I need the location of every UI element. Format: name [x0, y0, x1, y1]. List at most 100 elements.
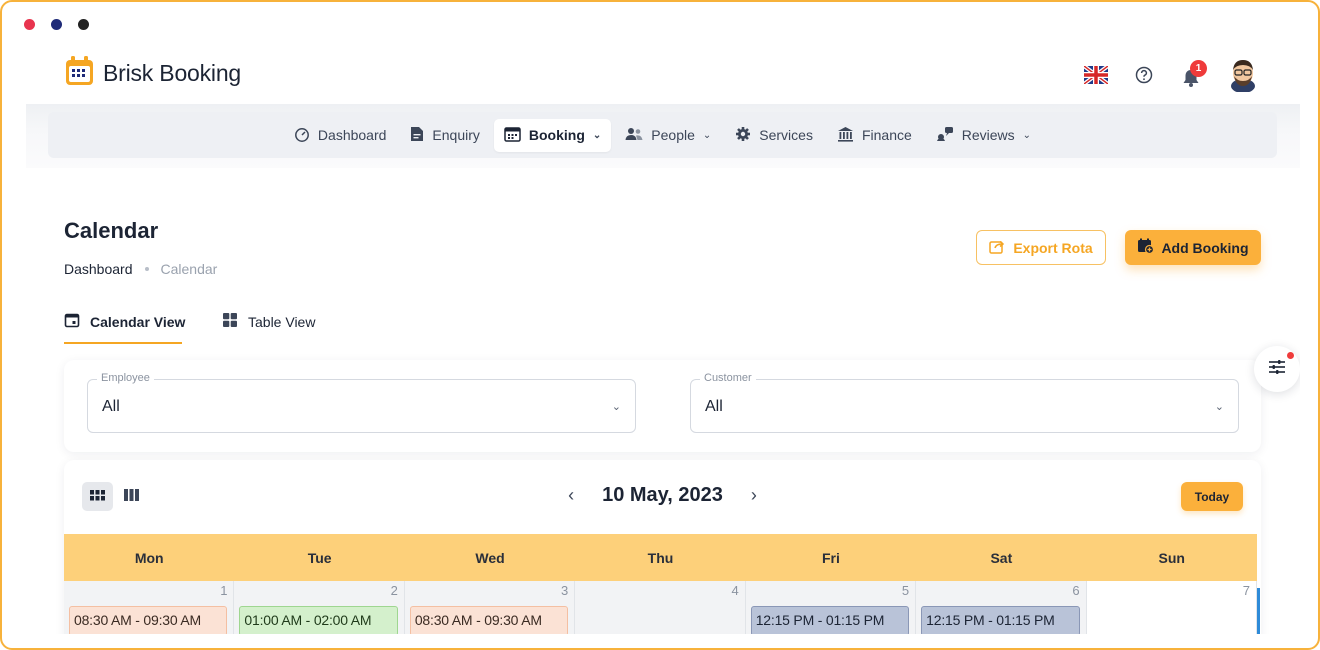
maximize-window-dot[interactable] [78, 19, 89, 30]
nav-label-services: Services [759, 127, 813, 143]
booking-event[interactable]: 08:30 AM - 09:30 AM [409, 606, 569, 634]
filter-card: Employee All ⌄ Customer All ⌄ [64, 360, 1261, 452]
close-window-dot[interactable] [24, 19, 35, 30]
bank-icon [837, 126, 854, 145]
day-cell[interactable]: 4 [575, 581, 746, 634]
breadcrumb-separator [144, 267, 149, 271]
calendar-weekday-header: Mon Tue Wed Thu Fri Sat Sun [64, 534, 1257, 581]
weekday-sun: Sun [1158, 549, 1185, 566]
employee-select-label: Employee [97, 372, 154, 384]
weekday-fri: Fri [821, 549, 840, 566]
nav-item-finance[interactable]: Finance [827, 119, 922, 152]
scroll-indicator[interactable] [1257, 588, 1260, 634]
day-number: 5 [901, 583, 910, 598]
weekday-wed: Wed [475, 549, 505, 566]
filter-indicator-dot [1287, 352, 1294, 359]
app-content: Brisk Booking 1 Dashboard Enquiry Bookin… [26, 46, 1300, 634]
table-grid-icon [222, 312, 238, 331]
day-cell[interactable]: 3 08:30 AM - 09:30 AM [404, 581, 576, 634]
nav-item-reviews[interactable]: Reviews ⌄ [926, 119, 1041, 152]
nav-item-enquiry[interactable]: Enquiry [400, 119, 489, 152]
customer-select-label: Customer [700, 372, 756, 384]
chevron-down-icon: ⌄ [702, 129, 712, 141]
brand-logo[interactable]: Brisk Booking [63, 54, 241, 93]
chevron-right-icon[interactable]: › [751, 485, 757, 506]
window-frame: Brisk Booking 1 Dashboard Enquiry Bookin… [0, 0, 1320, 650]
breadcrumb: Dashboard Calendar [64, 261, 217, 277]
reviews-icon [936, 126, 954, 145]
calendar-icon [64, 312, 80, 331]
header-actions: 1 [1082, 58, 1258, 97]
nav-item-booking[interactable]: Booking ⌄ [493, 118, 612, 152]
day-cell[interactable]: 7 [1086, 581, 1257, 634]
calendar-icon [504, 126, 521, 145]
gear-icon [735, 126, 751, 145]
tab-calendar-view[interactable]: Calendar View [64, 312, 185, 331]
nav-item-people[interactable]: People ⌄ [615, 120, 721, 151]
tab-table-view[interactable]: Table View [222, 312, 315, 331]
tab-calendar-label: Calendar View [90, 313, 186, 330]
add-booking-label: Add Booking [1161, 239, 1249, 256]
booking-event[interactable]: 12:15 PM - 01:15 PM [921, 606, 1080, 634]
today-button[interactable]: Today [1181, 482, 1243, 511]
weekday-sat: Sat [990, 549, 1013, 566]
nav-label-people: People [651, 127, 695, 143]
notification-badge: 1 [1190, 59, 1207, 77]
main-nav: Dashboard Enquiry Booking ⌄ People ⌄ Ser… [48, 112, 1277, 158]
day-cell[interactable]: 1 08:30 AM - 09:30 AM [64, 581, 235, 634]
export-icon [989, 239, 1005, 257]
day-cell[interactable]: 6 12:15 PM - 01:15 PM [916, 581, 1087, 634]
brand-name: Brisk Booking [103, 60, 242, 86]
booking-event[interactable]: 01:00 AM - 02:00 AM [239, 606, 398, 634]
add-booking-button[interactable]: Add Booking [1125, 230, 1261, 265]
chevron-down-icon: ⌄ [592, 129, 602, 141]
notifications-button[interactable]: 1 [1180, 59, 1207, 89]
chevron-down-icon: ⌄ [1022, 129, 1032, 141]
export-rota-label: Export Rota [1013, 239, 1093, 256]
day-number: 6 [1072, 583, 1080, 598]
day-cell[interactable]: 2 01:00 AM - 02:00 AM [234, 581, 405, 634]
chevron-down-icon: ⌄ [611, 400, 621, 413]
nav-label-dashboard: Dashboard [317, 127, 387, 143]
bell-icon [1180, 69, 1202, 93]
weekday-tue: Tue [307, 549, 332, 566]
calendar-grid: 1 08:30 AM - 09:30 AM 2 01:00 AM - 02:00… [64, 581, 1257, 634]
weekday-mon: Mon [134, 549, 164, 566]
employee-select-value: All [102, 398, 120, 415]
nav-label-booking: Booking [528, 127, 585, 143]
customer-select[interactable]: Customer All ⌄ [690, 372, 1239, 433]
day-number: 4 [731, 583, 739, 598]
active-tab-indicator [64, 342, 182, 344]
document-icon [410, 126, 424, 145]
calendar-navigation: ‹ 10 May, 2023 › [64, 484, 1261, 507]
avatar[interactable] [1228, 58, 1258, 97]
tab-table-label: Table View [248, 313, 316, 330]
help-icon[interactable] [1134, 65, 1154, 90]
nav-label-enquiry: Enquiry [432, 127, 480, 143]
nav-item-services[interactable]: Services [725, 119, 823, 152]
filter-settings-button[interactable] [1254, 346, 1300, 392]
export-rota-button[interactable]: Export Rota [976, 230, 1106, 265]
calendar-add-icon [1137, 238, 1155, 257]
day-number: 2 [390, 583, 398, 598]
sliders-icon [1268, 359, 1286, 380]
weekday-thu: Thu [647, 549, 674, 566]
day-number: 3 [561, 583, 569, 598]
uk-flag-icon[interactable] [1082, 64, 1110, 89]
breadcrumb-dashboard[interactable]: Dashboard [64, 261, 133, 277]
day-cell[interactable]: 5 12:15 PM - 01:15 PM [745, 581, 917, 634]
day-number: 1 [220, 583, 228, 598]
nav-label-reviews: Reviews [961, 127, 1015, 143]
booking-event[interactable]: 08:30 AM - 09:30 AM [69, 606, 228, 634]
nav-label-finance: Finance [861, 127, 912, 143]
nav-item-dashboard[interactable]: Dashboard [284, 119, 397, 152]
breadcrumb-current: Calendar [160, 261, 218, 277]
window-controls [24, 19, 89, 30]
page-title: Calendar [64, 218, 159, 243]
employee-select[interactable]: Employee All ⌄ [87, 372, 636, 433]
calendar-card: ‹ 10 May, 2023 › Today Mon Tue Wed Thu F… [64, 460, 1261, 634]
chevron-left-icon[interactable]: ‹ [568, 485, 574, 506]
booking-event[interactable]: 12:15 PM - 01:15 PM [750, 606, 910, 634]
calendar-logo-icon [63, 54, 97, 93]
minimize-window-dot[interactable] [51, 19, 62, 30]
